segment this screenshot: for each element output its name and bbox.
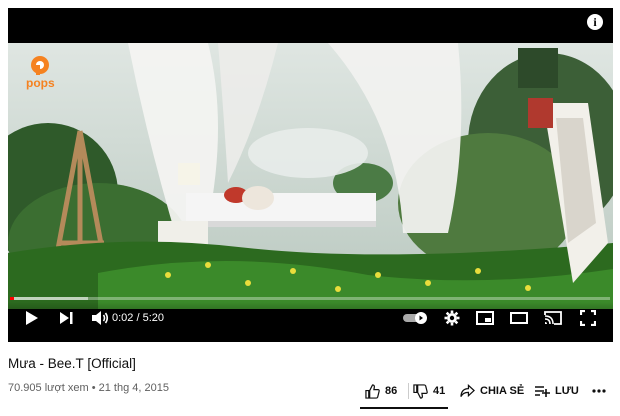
share-label: CHIA SẺ [480,385,525,397]
meta-dot: • [91,382,96,394]
cast-button[interactable] [542,308,564,328]
view-count: 70.905 lượt xem [8,382,89,394]
save-label: LƯU [555,385,579,397]
play-button[interactable] [22,308,42,328]
volume-button[interactable] [90,308,110,328]
fullscreen-icon [580,310,596,326]
miniplayer-icon [476,311,494,325]
progress-bar[interactable] [10,297,610,300]
time-display: 0:02 / 5:20 [112,312,164,324]
theater-mode-button[interactable] [508,308,530,328]
video-meta: 70.905 lượt xem • 21 thg 4, 2015 [8,382,169,394]
pops-logo: pops [24,53,64,93]
save-button[interactable]: LƯU [534,381,579,401]
time-separator: / [136,312,140,324]
like-dislike-divider [408,383,409,399]
video-player[interactable]: i pops [8,8,613,342]
autoplay-toggle-icon [403,312,427,324]
video-title: Mưa - Bee.T [Official] [8,356,136,371]
cast-icon [544,311,562,325]
thumbs-up-icon [365,383,380,399]
time-total: 5:20 [142,312,165,324]
fullscreen-button[interactable] [578,308,598,328]
next-button[interactable] [56,308,76,328]
like-count: 86 [385,385,398,397]
rating-bar [360,407,448,409]
time-current: 0:02 [112,312,134,324]
play-icon [26,311,38,325]
dislike-count: 41 [433,385,446,397]
buffered-bar [10,297,88,300]
gear-icon [444,310,460,326]
thumbs-down-icon [413,383,428,399]
pops-logo-text: pops [26,76,55,90]
more-horizontal-icon [592,389,606,393]
autoplay-toggle[interactable] [402,308,430,328]
dislike-button[interactable]: 41 [413,381,445,401]
played-bar [10,297,14,300]
share-icon [460,384,475,398]
theater-mode-icon [510,312,528,324]
miniplayer-button[interactable] [474,308,496,328]
share-button[interactable]: CHIA SẺ [460,381,524,401]
like-button[interactable]: 86 [365,381,397,401]
add-to-playlist-icon [535,386,550,397]
volume-icon [92,311,109,325]
next-icon [60,312,73,324]
more-actions-button[interactable] [592,381,611,401]
info-icon[interactable]: i [587,14,603,30]
video-frame[interactable] [8,43,613,309]
upload-date: 21 thg 4, 2015 [98,382,169,394]
settings-button[interactable] [442,308,462,328]
